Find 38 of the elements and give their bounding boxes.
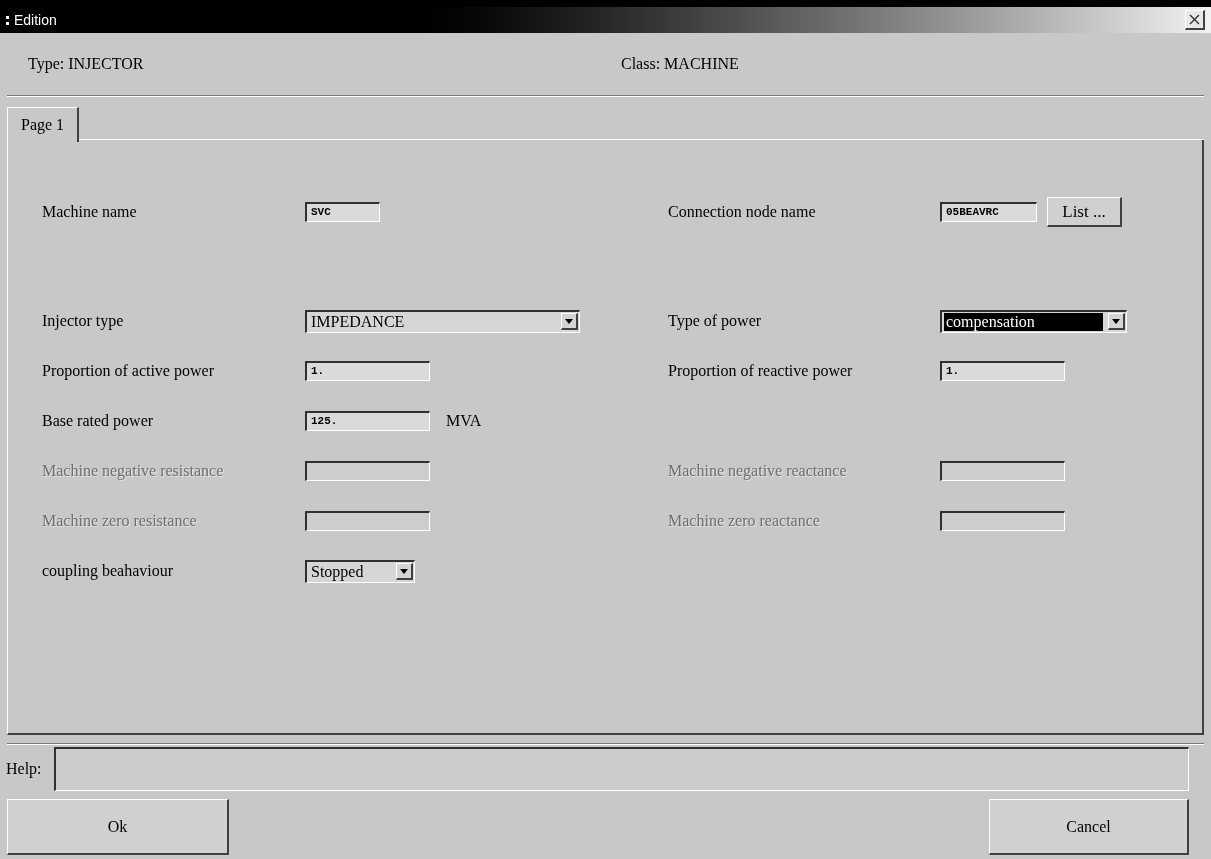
text-field[interactable]: 125. xyxy=(305,411,430,431)
field-label: Injector type xyxy=(42,311,125,332)
help-label: Help: xyxy=(6,759,42,780)
ok-button[interactable]: Ok xyxy=(7,799,229,855)
field-label: Machine name xyxy=(42,202,138,222)
type-label: Type: INJECTOR xyxy=(28,54,145,75)
field-label: coupling beahaviour xyxy=(42,561,175,582)
field-label: Machine negative reactance xyxy=(668,461,848,482)
field-label: Connection node name xyxy=(668,202,817,222)
caret-icon xyxy=(565,318,573,324)
field-label: Proportion of active power xyxy=(42,361,215,382)
caret-icon xyxy=(1112,318,1120,324)
list-button[interactable]: List ... xyxy=(1047,197,1122,227)
dropdown-button[interactable] xyxy=(561,313,578,330)
text-field[interactable]: SVC xyxy=(305,202,380,222)
drag-handle-icon xyxy=(6,15,9,25)
cancel-button[interactable]: Cancel xyxy=(989,799,1189,855)
text-field[interactable]: 1. xyxy=(305,361,430,381)
dropdown-button[interactable] xyxy=(396,563,413,580)
window-title: Edition xyxy=(14,10,57,30)
field-label: Machine negative resistance xyxy=(42,461,225,482)
dropdown-field[interactable]: Stopped xyxy=(305,559,415,583)
unit-label: MVA xyxy=(446,411,482,431)
field-label: Machine zero resistance xyxy=(42,511,198,531)
text-field[interactable]: 1. xyxy=(940,361,1065,381)
dropdown-button[interactable] xyxy=(1108,313,1125,330)
caret-icon xyxy=(400,568,408,574)
field-label: Machine zero reactance xyxy=(668,511,821,531)
field-label: Base rated power xyxy=(42,411,155,432)
dropdown-field[interactable]: compensation xyxy=(940,309,1127,333)
close-button[interactable] xyxy=(1185,10,1205,30)
dropdown-field[interactable]: IMPEDANCE xyxy=(305,309,580,333)
close-icon xyxy=(1189,14,1200,25)
field-label: Type of power xyxy=(668,311,763,332)
class-label: Class: MACHINE xyxy=(621,54,739,74)
text-field[interactable]: 05BEAVRC xyxy=(940,202,1037,222)
field-label: Proportion of reactive power xyxy=(668,361,854,382)
tab[interactable]: Page 1 xyxy=(7,107,80,142)
